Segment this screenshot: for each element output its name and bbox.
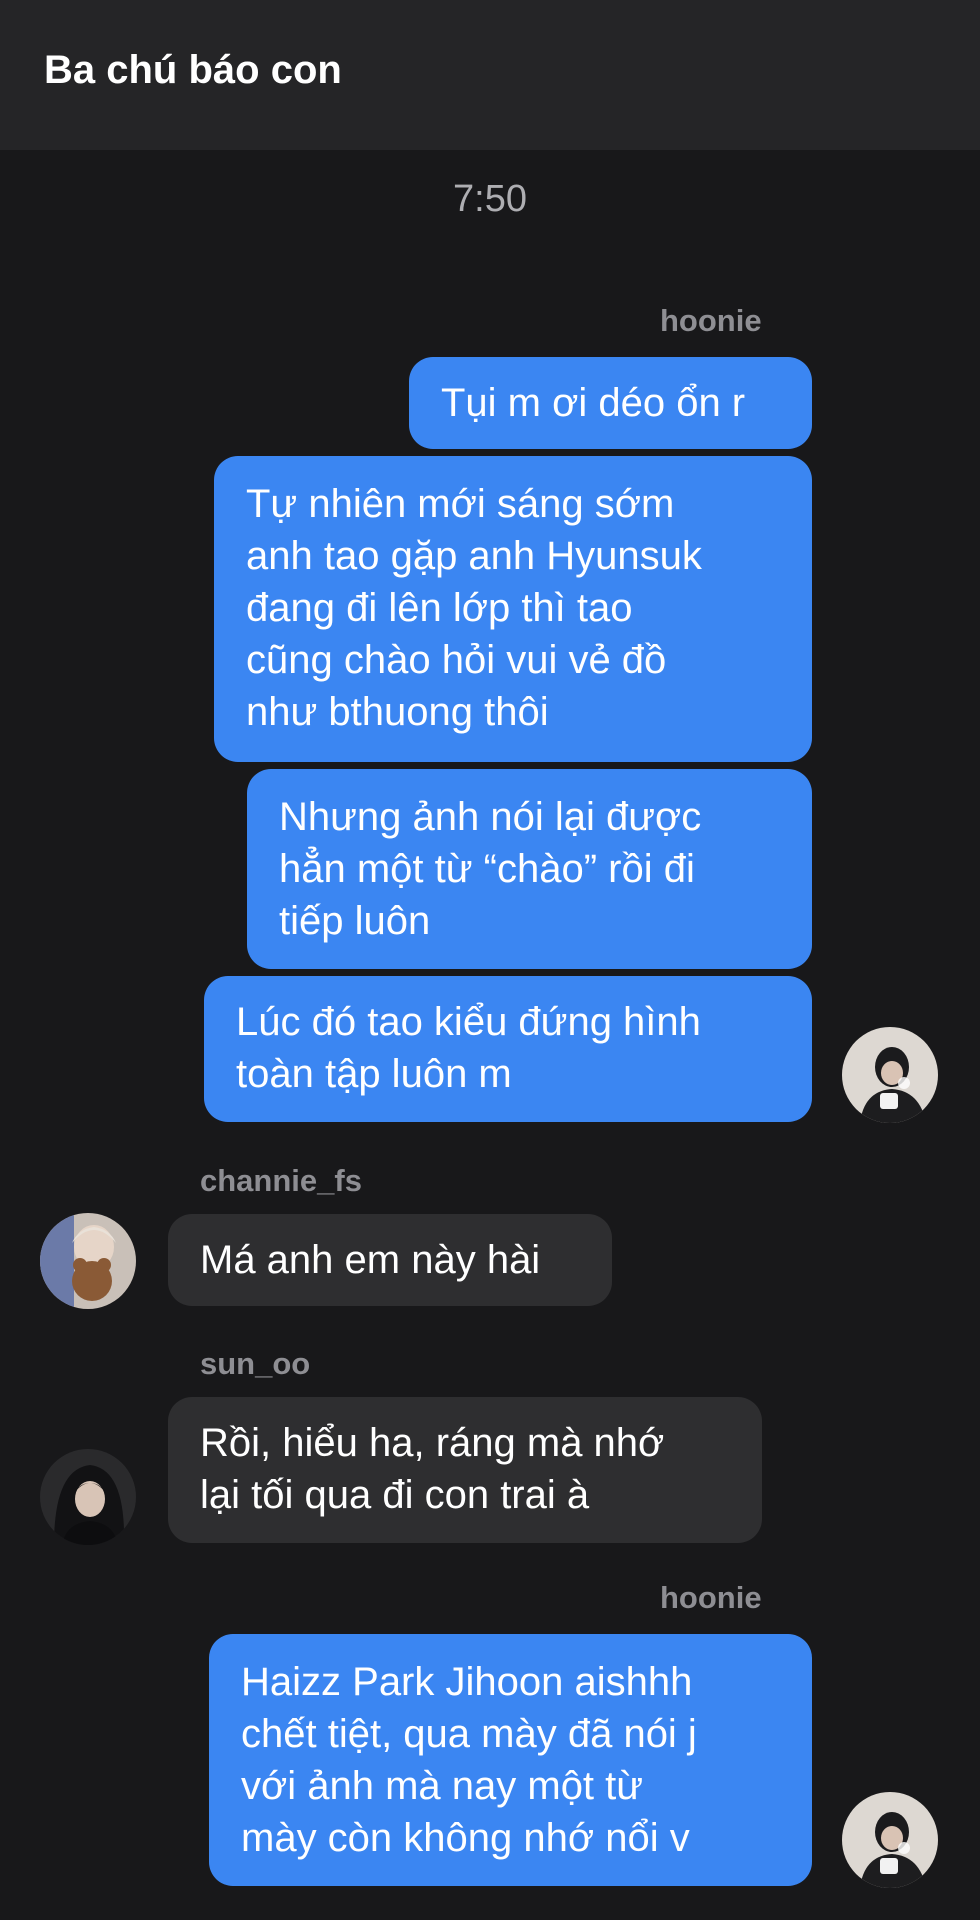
message-text: anh tao gặp anh Hyunsuk bbox=[246, 534, 702, 578]
sender-name: hoonie bbox=[660, 1580, 762, 1615]
profile-photo-icon bbox=[40, 1449, 136, 1545]
message-text: đang đi lên lớp thì tao bbox=[246, 586, 633, 630]
timestamp: 7:50 bbox=[453, 178, 527, 220]
message-text: Tự nhiên mới sáng sớm bbox=[246, 482, 675, 526]
message-text: với ảnh mà nay một từ bbox=[241, 1764, 644, 1808]
message-text: Haizz Park Jihoon aishhh bbox=[241, 1660, 693, 1704]
message-text: tiếp luôn bbox=[279, 899, 431, 943]
message-bubble[interactable]: Tự nhiên mới sáng sớm anh tao gặp anh Hy… bbox=[214, 456, 812, 762]
sender-name: sun_oo bbox=[200, 1346, 311, 1381]
profile-photo-icon bbox=[40, 1213, 136, 1309]
avatar-hoonie[interactable] bbox=[842, 1027, 938, 1123]
avatar-channie[interactable] bbox=[40, 1213, 136, 1309]
chat-title[interactable]: Ba chú báo con bbox=[44, 48, 342, 93]
message-text: cũng chào hỏi vui vẻ đồ bbox=[246, 638, 667, 682]
profile-photo-icon bbox=[842, 1027, 938, 1123]
message-text: Má anh em này hài bbox=[200, 1238, 541, 1282]
message-text: như bthuong thôi bbox=[246, 690, 549, 734]
message-bubble[interactable]: Lúc đó tao kiểu đứng hình toàn tập luôn … bbox=[204, 976, 812, 1122]
message-text: lại tối qua đi con trai à bbox=[200, 1473, 590, 1517]
message-text: Rồi, hiểu ha, ráng mà nhớ bbox=[200, 1421, 665, 1465]
avatar-sunoo[interactable] bbox=[40, 1449, 136, 1545]
message-text: toàn tập luôn m bbox=[236, 1052, 512, 1096]
chat-header: Ba chú báo con bbox=[0, 0, 980, 150]
message-text: mày còn không nhớ nổi v bbox=[241, 1816, 690, 1860]
avatar-hoonie[interactable] bbox=[842, 1792, 938, 1888]
profile-photo-icon bbox=[842, 1792, 938, 1888]
sender-name: hoonie bbox=[660, 303, 762, 338]
message-bubble[interactable]: Haizz Park Jihoon aishhh chết tiệt, qua … bbox=[209, 1634, 812, 1886]
message-bubble[interactable]: Nhưng ảnh nói lại được hẳn một từ “chào”… bbox=[247, 769, 812, 969]
message-text: Tụi m ơi déo ổn r bbox=[441, 381, 746, 425]
message-text: Lúc đó tao kiểu đứng hình bbox=[236, 1000, 701, 1044]
message-text: chết tiệt, qua mày đã nói j bbox=[241, 1712, 697, 1756]
message-bubble[interactable]: Má anh em này hài bbox=[168, 1214, 612, 1306]
message-text: Nhưng ảnh nói lại được bbox=[279, 795, 702, 839]
message-bubble[interactable]: Rồi, hiểu ha, ráng mà nhớ lại tối qua đi… bbox=[168, 1397, 762, 1543]
message-bubble[interactable]: Tụi m ơi déo ổn r bbox=[409, 357, 812, 449]
message-text: hẳn một từ “chào” rồi đi bbox=[279, 847, 695, 891]
sender-name: channie_fs bbox=[200, 1163, 362, 1198]
